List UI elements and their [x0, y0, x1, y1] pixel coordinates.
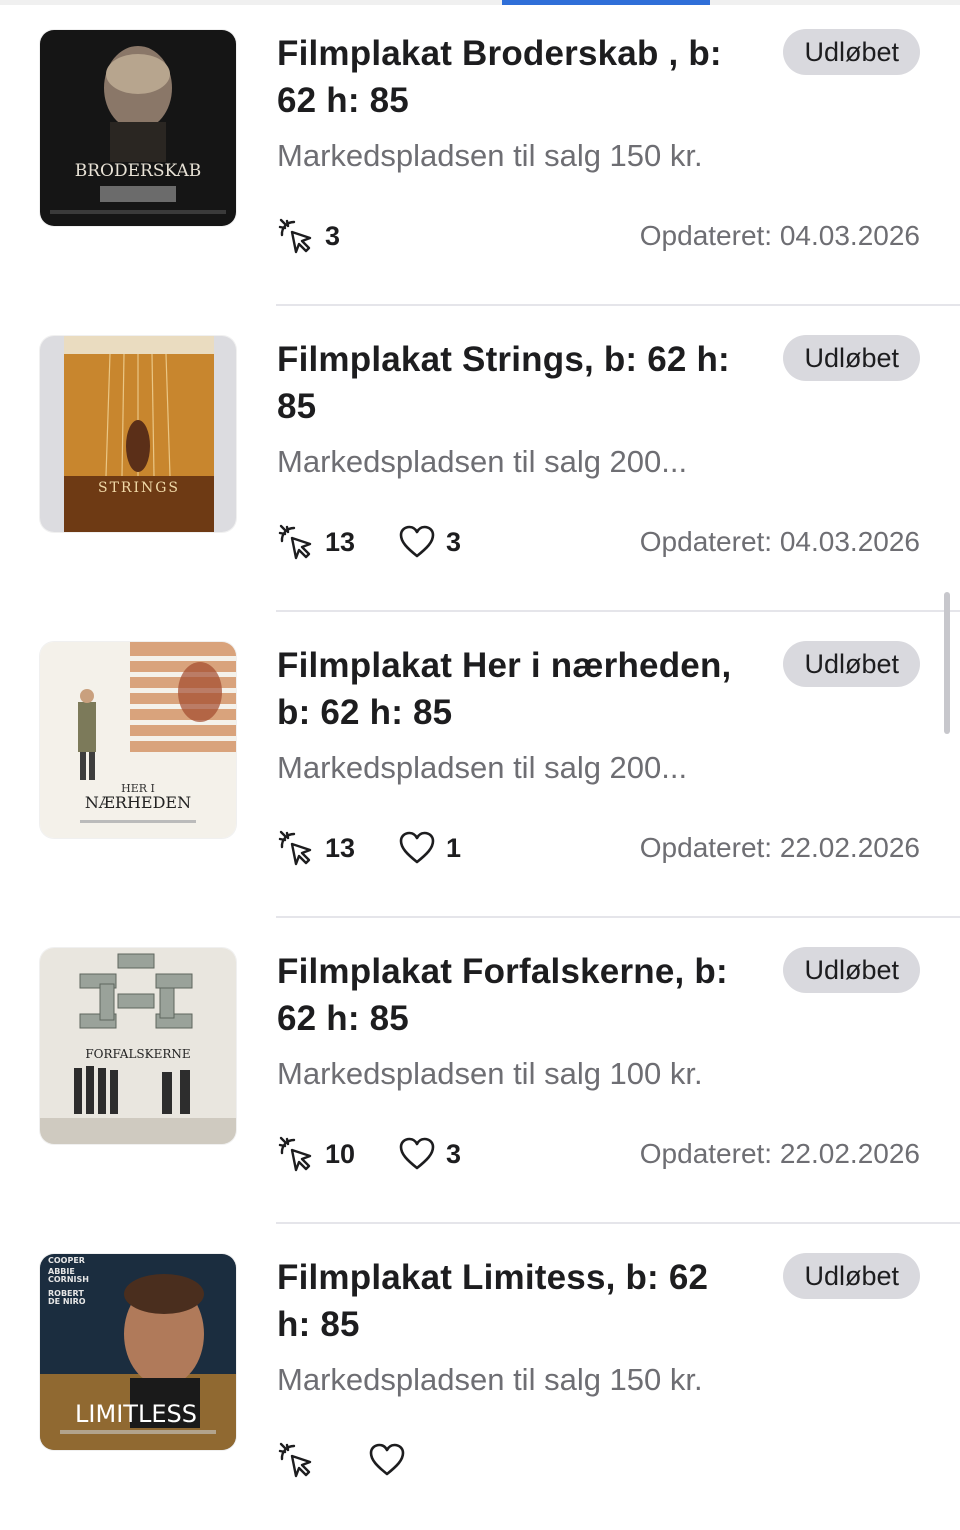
- status-badge: Udløbet: [783, 29, 920, 75]
- clicks-count: 13: [325, 526, 356, 557]
- listing-item[interactable]: FORFALSKERNE Filmplakat Forfalskerne, b:…: [0, 918, 960, 1224]
- listing-item[interactable]: COOPER ABBIE CORNISH ROBERT DE NIRO LIMI…: [0, 1224, 960, 1530]
- poster-title-text: BRODERSKAB: [75, 161, 202, 181]
- likes-stat: 3: [397, 522, 461, 562]
- listing-item[interactable]: BRODERSKAB Filmplakat Broderskab , b: 62…: [0, 0, 960, 306]
- clicks-stat: 10: [276, 1134, 355, 1174]
- heart-icon: [399, 525, 435, 558]
- listing-stats: 13 3: [276, 520, 503, 564]
- status-badge: Udløbet: [783, 947, 920, 993]
- listing-title[interactable]: Filmplakat Strings, b: 62 h: 85: [277, 336, 742, 430]
- status-badge: Udløbet: [783, 641, 920, 687]
- poster-thumbnail[interactable]: COOPER ABBIE CORNISH ROBERT DE NIRO LIMI…: [40, 1254, 236, 1450]
- poster-thumbnail[interactable]: HER I NÆRHEDEN: [40, 642, 236, 838]
- heart-icon: [399, 831, 435, 864]
- listing-subtitle: Markedspladsen til salg 150 kr.: [277, 1362, 703, 1397]
- poster-cast-name: COOPER: [48, 1256, 85, 1265]
- clicks-stat: [276, 1440, 325, 1480]
- likes-stat: 1: [397, 828, 461, 868]
- status-badge: Udløbet: [783, 335, 920, 381]
- scrollbar[interactable]: [944, 592, 950, 734]
- status-badge: Udløbet: [783, 1253, 920, 1299]
- listing-stats: [276, 1438, 458, 1482]
- updated-date: Opdateret: 04.03.2026: [639, 526, 920, 557]
- listing-title[interactable]: Filmplakat Her i nærheden, b: 62 h: 85: [277, 642, 742, 736]
- cursor-click-icon: [278, 1136, 312, 1172]
- poster-title-text: LIMITLESS: [75, 1400, 197, 1428]
- cursor-click-icon: [278, 1442, 312, 1478]
- cursor-click-icon: [278, 524, 312, 560]
- clicks-count: 13: [325, 832, 356, 863]
- clicks-stat: 3: [276, 216, 340, 256]
- poster-title-text: NÆRHEDEN: [85, 793, 191, 812]
- updated-date: Opdateret: 22.02.2026: [639, 1138, 920, 1169]
- clicks-stat: 13: [276, 828, 355, 868]
- listing-title[interactable]: Filmplakat Broderskab , b: 62 h: 85: [277, 30, 742, 124]
- poster-title-text: FORFALSKERNE: [85, 1047, 190, 1061]
- likes-count: 1: [446, 832, 462, 863]
- listing-subtitle: Markedspladsen til salg 100 kr.: [277, 1056, 703, 1091]
- listing-stats: 13 1: [276, 826, 503, 870]
- likes-stat: [367, 1440, 416, 1480]
- poster-thumbnail[interactable]: STRINGS: [40, 336, 236, 532]
- poster-title-text: STRINGS: [98, 480, 180, 496]
- listing-subtitle: Markedspladsen til salg 200...: [277, 750, 688, 785]
- listing-stats: 10 3: [276, 1132, 503, 1176]
- poster-cast-name: DE NIRO: [48, 1297, 86, 1306]
- listing-subtitle: Markedspladsen til salg 150 kr.: [277, 138, 703, 173]
- cursor-click-icon: [278, 218, 312, 254]
- poster-thumbnail[interactable]: BRODERSKAB: [40, 30, 236, 226]
- poster-thumbnail[interactable]: FORFALSKERNE: [40, 948, 236, 1144]
- clicks-count: 10: [325, 1138, 356, 1169]
- likes-count: 3: [446, 526, 462, 557]
- listing-subtitle: Markedspladsen til salg 200...: [277, 444, 688, 479]
- likes-count: 3: [446, 1138, 462, 1169]
- listing-title[interactable]: Filmplakat Forfalskerne, b: 62 h: 85: [277, 948, 742, 1042]
- likes-stat: 3: [397, 1134, 461, 1174]
- heart-icon: [369, 1443, 405, 1476]
- listing-item[interactable]: STRINGS Filmplakat Strings, b: 62 h: 85 …: [0, 306, 960, 612]
- listing-title[interactable]: Filmplakat Limitess, b: 62 h: 85: [277, 1254, 742, 1348]
- updated-date: Opdateret: 04.03.2026: [639, 220, 920, 251]
- clicks-count: 3: [325, 220, 341, 251]
- updated-date: Opdateret: 22.02.2026: [639, 832, 920, 863]
- heart-icon: [399, 1137, 435, 1170]
- listing-stats: 3: [276, 214, 382, 258]
- listing-item[interactable]: HER I NÆRHEDEN Filmplakat Her i nærheden…: [0, 612, 960, 918]
- clicks-stat: 13: [276, 522, 355, 562]
- poster-cast-name: CORNISH: [48, 1275, 89, 1284]
- cursor-click-icon: [278, 830, 312, 866]
